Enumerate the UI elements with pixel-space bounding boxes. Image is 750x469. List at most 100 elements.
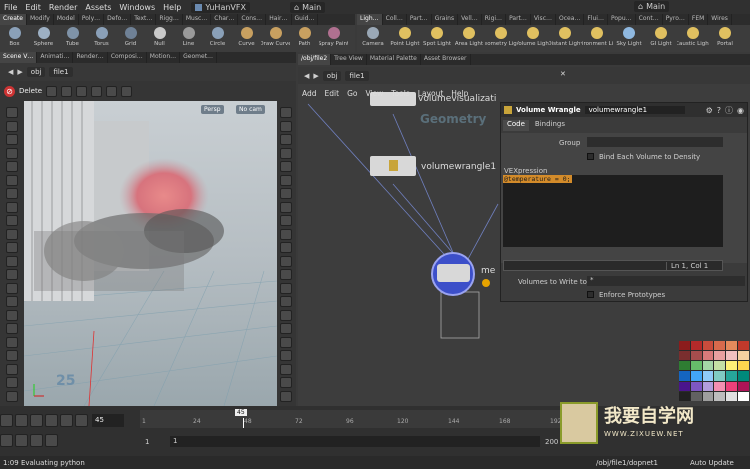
shelf-tool-geometry-light[interactable]: Geometry Light: [485, 25, 517, 52]
palette-swatch[interactable]: [738, 371, 749, 381]
playhead[interactable]: [243, 418, 244, 428]
shelf-tool-environment-light[interactable]: Environment Light: [581, 25, 613, 52]
shelf-tool-torus[interactable]: Torus: [87, 25, 116, 52]
shelf-tool-curve[interactable]: Curve: [232, 25, 261, 52]
range-end[interactable]: 200: [545, 438, 558, 446]
viewport-tool-icon[interactable]: [280, 363, 292, 375]
palette-swatch[interactable]: [690, 371, 702, 381]
play-icon[interactable]: [45, 414, 58, 427]
tab-3[interactable]: Composi…: [108, 52, 147, 63]
palette-swatch[interactable]: [726, 341, 738, 351]
palette-swatch[interactable]: [738, 391, 749, 401]
tab-3[interactable]: Poly…: [79, 14, 105, 25]
tab-7[interactable]: Visc…: [531, 14, 556, 25]
viewport-tool-icon[interactable]: [6, 336, 18, 348]
menu-edit[interactable]: Edit: [21, 3, 45, 12]
viewport-tool-icon[interactable]: [6, 174, 18, 186]
palette-swatch[interactable]: [702, 341, 714, 351]
viewport-tool-icon[interactable]: [6, 282, 18, 294]
shelf-tool-box[interactable]: Box: [0, 25, 29, 52]
camera-button[interactable]: No cam: [236, 105, 265, 114]
viewport-tool-icon[interactable]: [280, 201, 292, 213]
key-icon[interactable]: [0, 434, 13, 447]
tab-0[interactable]: Ligh…: [357, 14, 383, 25]
shelf-tool-point-light[interactable]: Point Light: [389, 25, 421, 52]
back-icon[interactable]: ◀: [8, 68, 13, 76]
path-obj[interactable]: obj: [322, 70, 342, 81]
tab-4[interactable]: Motion…: [147, 52, 181, 63]
tab-2[interactable]: Part…: [407, 14, 432, 25]
vex-code-editor[interactable]: @temperature = 0;: [503, 175, 723, 247]
palette-swatch[interactable]: [702, 381, 714, 391]
tab-bindings[interactable]: Bindings: [531, 120, 569, 131]
tab-2[interactable]: Material Palette: [367, 54, 421, 65]
shelf-tool-gi-light[interactable]: GI Light: [645, 25, 677, 52]
net-menu-edit[interactable]: Edit: [321, 89, 344, 98]
palette-swatch[interactable]: [679, 381, 690, 391]
viewport-tool-icon[interactable]: [280, 296, 292, 307]
palette-swatch[interactable]: [726, 381, 738, 391]
shelf-tool-portal[interactable]: Portal: [709, 25, 741, 52]
tab-3[interactable]: Asset Browser: [421, 54, 471, 65]
shelf-tool-distant-light[interactable]: Distant Light: [549, 25, 581, 52]
shelf-tool-tube[interactable]: Tube: [58, 25, 87, 52]
tab-5[interactable]: Text…: [131, 14, 157, 25]
jump-end-icon[interactable]: [75, 414, 88, 427]
palette-swatch[interactable]: [679, 351, 690, 361]
viewport-tool-icon[interactable]: [280, 107, 292, 118]
palette-swatch[interactable]: [679, 371, 690, 381]
palette-swatch[interactable]: [679, 341, 690, 351]
net-menu-go[interactable]: Go: [343, 89, 361, 98]
tab-5[interactable]: Rigi…: [482, 14, 507, 25]
net-menu-layout[interactable]: Layout: [414, 89, 448, 98]
step-forward-icon[interactable]: [60, 414, 73, 427]
select-icon[interactable]: [46, 85, 57, 97]
tab-8[interactable]: Char…: [211, 14, 239, 25]
palette-swatch[interactable]: [738, 361, 749, 371]
tab-2[interactable]: Model: [54, 14, 79, 25]
shelf-tool-sky-light[interactable]: Sky Light: [613, 25, 645, 52]
desktop-selector[interactable]: YuHanVFX: [191, 1, 250, 13]
shelf-tool-camera[interactable]: Camera: [357, 25, 389, 52]
tab-0[interactable]: Scene V…: [0, 52, 38, 63]
viewport-tool-icon[interactable]: [6, 377, 18, 388]
wrench-icon[interactable]: ✕: [560, 70, 566, 78]
viewport-tool-icon[interactable]: [6, 296, 18, 307]
palette-swatch[interactable]: [714, 381, 726, 391]
stop-icon[interactable]: [30, 414, 43, 427]
shelf-tool-null[interactable]: Null: [145, 25, 174, 52]
shelf-tool-volume-light[interactable]: Volume Light: [517, 25, 549, 52]
shelf-tool-spot-light[interactable]: Spot Light: [421, 25, 453, 52]
tab-1[interactable]: Tree View: [331, 54, 367, 65]
viewport-tool-icon[interactable]: [280, 255, 292, 267]
viewport-tool-icon[interactable]: [280, 309, 292, 321]
camera-icon[interactable]: ◉: [737, 106, 744, 115]
net-menu-add[interactable]: Add: [298, 89, 321, 98]
viewport-tool-icon[interactable]: [280, 390, 292, 402]
viewport-tool-icon[interactable]: [6, 255, 18, 267]
viewport-tool-icon[interactable]: [280, 282, 292, 294]
tab-6[interactable]: Part…: [506, 14, 531, 25]
shelf-tool-caustic-light[interactable]: Caustic Light: [677, 25, 709, 52]
tab-11[interactable]: Cont…: [636, 14, 663, 25]
node-name-field[interactable]: volumewrangle1: [584, 106, 685, 114]
viewport-tool-icon[interactable]: [6, 390, 18, 402]
palette-swatch[interactable]: [714, 341, 726, 351]
viewport-tool-icon[interactable]: [6, 363, 18, 375]
range-start-a[interactable]: 1: [145, 438, 149, 446]
palette-swatch[interactable]: [690, 351, 702, 361]
path-node[interactable]: file1: [345, 70, 369, 81]
step-back-icon[interactable]: [15, 414, 28, 427]
brush-icon[interactable]: [76, 85, 87, 97]
tab-6[interactable]: Rigg…: [156, 14, 183, 25]
info-icon[interactable]: ⓘ: [725, 105, 733, 116]
tab-1[interactable]: Coll…: [383, 14, 407, 25]
viewport-tool-icon[interactable]: [6, 309, 18, 321]
workspace-selector[interactable]: ⌂ Main: [289, 1, 326, 13]
tab-9[interactable]: Cons…: [238, 14, 267, 25]
tab-2[interactable]: Render…: [73, 52, 108, 63]
viewport-tool-icon[interactable]: [280, 323, 292, 334]
tab-13[interactable]: FEM: [689, 14, 709, 25]
delete-icon[interactable]: ⊘: [4, 85, 15, 97]
menu-help[interactable]: Help: [159, 3, 185, 12]
